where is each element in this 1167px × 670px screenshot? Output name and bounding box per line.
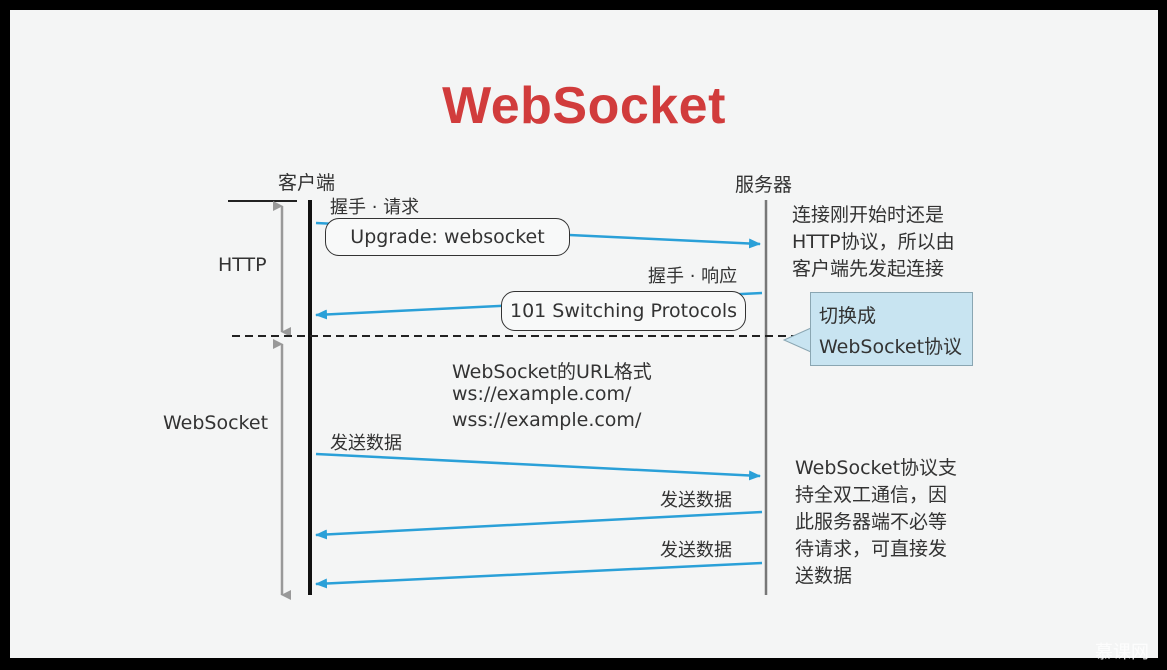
server-send-data-arrow-2 <box>315 561 763 589</box>
url-format-heading: WebSocket的URL格式 <box>452 361 652 383</box>
note-line: 送数据 <box>795 565 853 587</box>
handshake-request-caption: 握手 · 请求 <box>330 197 420 218</box>
note-line: 客户端先发起连接 <box>792 258 945 280</box>
slide: WebSocket 客户端 服务器 HTTP WebSocket 握手 · 请求… <box>10 10 1158 658</box>
handshake-response-caption: 握手 · 响应 <box>648 266 738 287</box>
ws-url-example: ws://example.com/ <box>452 383 632 405</box>
websocket-phase-label: WebSocket <box>163 412 269 434</box>
note-line: 连接刚开始时还是 <box>792 204 945 226</box>
server-send-data-caption-1: 发送数据 <box>660 490 732 511</box>
note-line: HTTP协议，所以由 <box>792 231 955 253</box>
http-phase-label: HTTP <box>218 254 267 276</box>
watermark-logo: 慕课网 <box>1095 642 1149 663</box>
switching-protocols-bubble: 101 Switching Protocols <box>501 291 746 331</box>
server-label: 服务器 <box>735 174 793 196</box>
server-send-data-arrow-1 <box>315 510 763 540</box>
client-send-data-arrow <box>315 452 761 481</box>
note-line: 待请求，可直接发 <box>795 538 948 560</box>
note-line: 此服务器端不必等 <box>795 511 948 533</box>
callout-pointer <box>782 327 812 353</box>
page-title: WebSocket <box>442 77 726 135</box>
wss-url-example: wss://example.com/ <box>452 409 642 431</box>
note-line: WebSocket协议支 <box>795 457 958 479</box>
client-send-data-caption: 发送数据 <box>330 433 402 454</box>
upgrade-header-bubble: Upgrade: websocket <box>325 218 570 256</box>
full-duplex-note: WebSocket协议支 持全双工通信，因 此服务器端不必等 待请求，可直接发 … <box>795 455 995 590</box>
http-start-note: 连接刚开始时还是 HTTP协议，所以由 客户端先发起连接 <box>792 202 992 283</box>
callout-line: 切换成 <box>819 305 877 327</box>
callout-line: WebSocket协议 <box>819 336 963 358</box>
note-line: 持全双工通信，因 <box>795 484 948 506</box>
server-send-data-caption-2: 发送数据 <box>660 540 732 561</box>
switch-protocol-callout: 切换成 WebSocket协议 <box>810 292 973 366</box>
client-label: 客户端 <box>278 172 336 194</box>
